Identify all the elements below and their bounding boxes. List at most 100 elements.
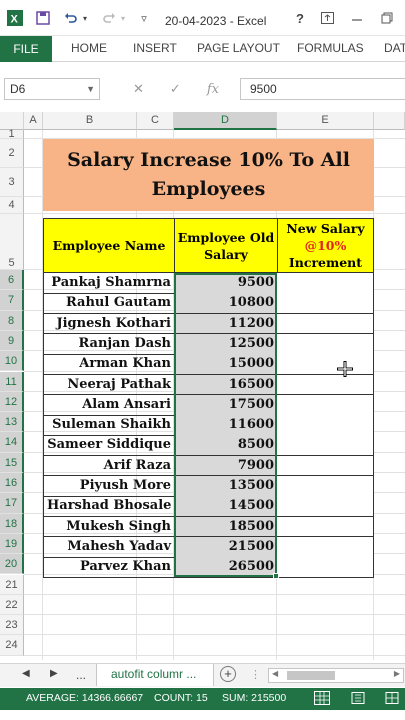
row-header[interactable]: 12	[0, 391, 24, 413]
new-salary-cell[interactable]	[277, 313, 374, 335]
old-salary-cell[interactable]: 15000	[174, 354, 278, 375]
tab-home[interactable]: HOME	[71, 41, 107, 55]
row-header[interactable]: 14	[0, 432, 24, 453]
save-icon[interactable]	[34, 8, 52, 28]
employee-name-cell[interactable]: Mahesh Yadav	[43, 536, 175, 558]
scroll-left-arrow-icon[interactable]: ◀	[272, 669, 278, 678]
ribbon-display-options-icon[interactable]	[318, 8, 336, 28]
old-salary-cell[interactable]: 12500	[174, 333, 278, 355]
new-sheet-button[interactable]: +	[220, 666, 236, 682]
name-box[interactable]: D6 ▼	[4, 78, 100, 100]
new-salary-cell[interactable]	[277, 496, 374, 518]
redo-icon[interactable]	[100, 8, 118, 28]
page-break-preview-icon[interactable]	[384, 691, 400, 705]
new-salary-cell[interactable]	[277, 374, 374, 396]
worksheet-grid[interactable]: A B C D E 1 2 3 4 5 6 7 8 9 10 11 12 13 14 15 16 17 18 19 2…	[0, 112, 405, 660]
row-header[interactable]: 8	[0, 310, 24, 331]
row-header[interactable]: 3	[0, 168, 24, 197]
new-salary-cell[interactable]	[277, 455, 374, 477]
row-header[interactable]: 10	[0, 351, 24, 372]
column-header-c[interactable]: C	[137, 112, 174, 130]
row-header[interactable]: 19	[0, 533, 24, 555]
old-salary-cell[interactable]: 16500	[174, 374, 278, 396]
old-salary-cell[interactable]: 26500	[174, 557, 278, 578]
enter-icon[interactable]: ✓	[170, 81, 181, 97]
fill-handle[interactable]	[273, 573, 279, 579]
row-header[interactable]: 1	[0, 129, 24, 140]
row-header[interactable]: 18	[0, 513, 24, 534]
employee-name-cell[interactable]: Alam Ansari	[43, 394, 175, 416]
column-header-b[interactable]: B	[43, 112, 137, 130]
row-header[interactable]: 7	[0, 290, 24, 311]
employee-name-cell[interactable]: Suleman Shaikh	[43, 415, 175, 436]
row-header[interactable]: 15	[0, 452, 24, 473]
tab-formulas[interactable]: FORMULAS	[297, 41, 364, 55]
formula-input[interactable]: 9500	[240, 78, 405, 100]
sheet-title-banner[interactable]: Salary Increase 10% To All Employees	[43, 139, 374, 211]
undo-icon[interactable]	[62, 8, 80, 28]
tab-file[interactable]: FILE	[0, 36, 52, 62]
scrollbar-thumb[interactable]	[287, 671, 335, 680]
old-salary-cell[interactable]: 13500	[174, 476, 278, 497]
customize-toolbar-icon[interactable]: ▿	[138, 8, 150, 28]
new-salary-cell[interactable]	[277, 273, 374, 294]
new-salary-cell[interactable]	[277, 394, 374, 416]
row-header[interactable]: 16	[0, 473, 24, 494]
tab-data[interactable]: DAT	[384, 41, 405, 55]
name-box-dropdown-icon[interactable]: ▼	[86, 79, 95, 99]
row-header[interactable]: 9	[0, 330, 24, 352]
tab-split-icon[interactable]: ⋮	[250, 668, 261, 681]
cancel-icon[interactable]: ✕	[133, 81, 144, 97]
normal-view-icon[interactable]	[314, 691, 330, 705]
new-salary-cell[interactable]	[277, 293, 374, 315]
old-salary-cell[interactable]: 21500	[174, 536, 278, 558]
new-salary-cell[interactable]	[277, 435, 374, 457]
employee-name-cell[interactable]: Mukesh Singh	[43, 516, 175, 538]
restore-icon[interactable]	[378, 8, 396, 28]
sheet-tab-autofit[interactable]: autofit columr ...	[96, 664, 214, 686]
row-header[interactable]: 17	[0, 493, 24, 514]
employee-name-cell[interactable]: Pankaj Shamrna	[43, 273, 175, 294]
new-salary-cell[interactable]	[277, 557, 374, 578]
column-header-f[interactable]	[374, 112, 405, 130]
new-salary-cell[interactable]	[277, 536, 374, 558]
new-salary-cell[interactable]	[277, 415, 374, 436]
employee-name-cell[interactable]: Piyush More	[43, 476, 175, 497]
scroll-right-arrow-icon[interactable]: ▶	[394, 669, 400, 678]
old-salary-cell[interactable]: 7900	[174, 455, 278, 477]
employee-name-cell[interactable]: Ranjan Dash	[43, 333, 175, 355]
old-salary-cell[interactable]: 11600	[174, 415, 278, 436]
employee-name-cell[interactable]: Sameer Siddique	[43, 435, 175, 457]
undo-dropdown-icon[interactable]: ▾	[80, 8, 90, 28]
column-header-d[interactable]: D	[174, 112, 277, 130]
column-header-e[interactable]: E	[277, 112, 374, 130]
scroll-left-icon[interactable]: ◀	[22, 668, 30, 679]
row-header[interactable]: 20	[0, 554, 24, 575]
employee-name-cell[interactable]: Neeraj Pathak	[43, 374, 175, 396]
old-salary-cell[interactable]: 8500	[174, 435, 278, 457]
employee-name-cell[interactable]: Parvez Khan	[43, 557, 175, 578]
employee-name-cell[interactable]: Arif Raza	[43, 455, 175, 477]
row-header[interactable]: 13	[0, 412, 24, 433]
old-salary-cell[interactable]: 17500	[174, 394, 278, 416]
row-header[interactable]: 21	[0, 574, 24, 595]
scroll-right-icon[interactable]: ▶	[50, 668, 58, 679]
old-salary-cell[interactable]: 9500	[174, 273, 278, 294]
employee-name-cell[interactable]: Harshad Bhosale	[43, 496, 175, 518]
minimize-icon[interactable]	[348, 8, 366, 28]
employee-name-cell[interactable]: Arman Khan	[43, 354, 175, 375]
row-header[interactable]: 11	[0, 371, 24, 392]
tab-insert[interactable]: INSERT	[133, 41, 177, 55]
row-header[interactable]: 4	[0, 197, 24, 214]
header-old-salary[interactable]: Employee Old Salary	[174, 218, 278, 273]
row-header[interactable]: 2	[0, 139, 24, 168]
employee-name-cell[interactable]: Rahul Gautam	[43, 293, 175, 315]
row-header[interactable]: 5	[0, 214, 24, 270]
old-salary-cell[interactable]: 11200	[174, 313, 278, 335]
row-header[interactable]: 23	[0, 615, 24, 636]
page-layout-view-icon[interactable]	[350, 691, 366, 705]
new-salary-cell[interactable]	[277, 354, 374, 375]
more-sheets-button[interactable]: ...	[76, 668, 86, 682]
employee-name-cell[interactable]: Jignesh Kothari	[43, 313, 175, 335]
horizontal-scrollbar[interactable]: ◀ ▶	[268, 668, 404, 683]
